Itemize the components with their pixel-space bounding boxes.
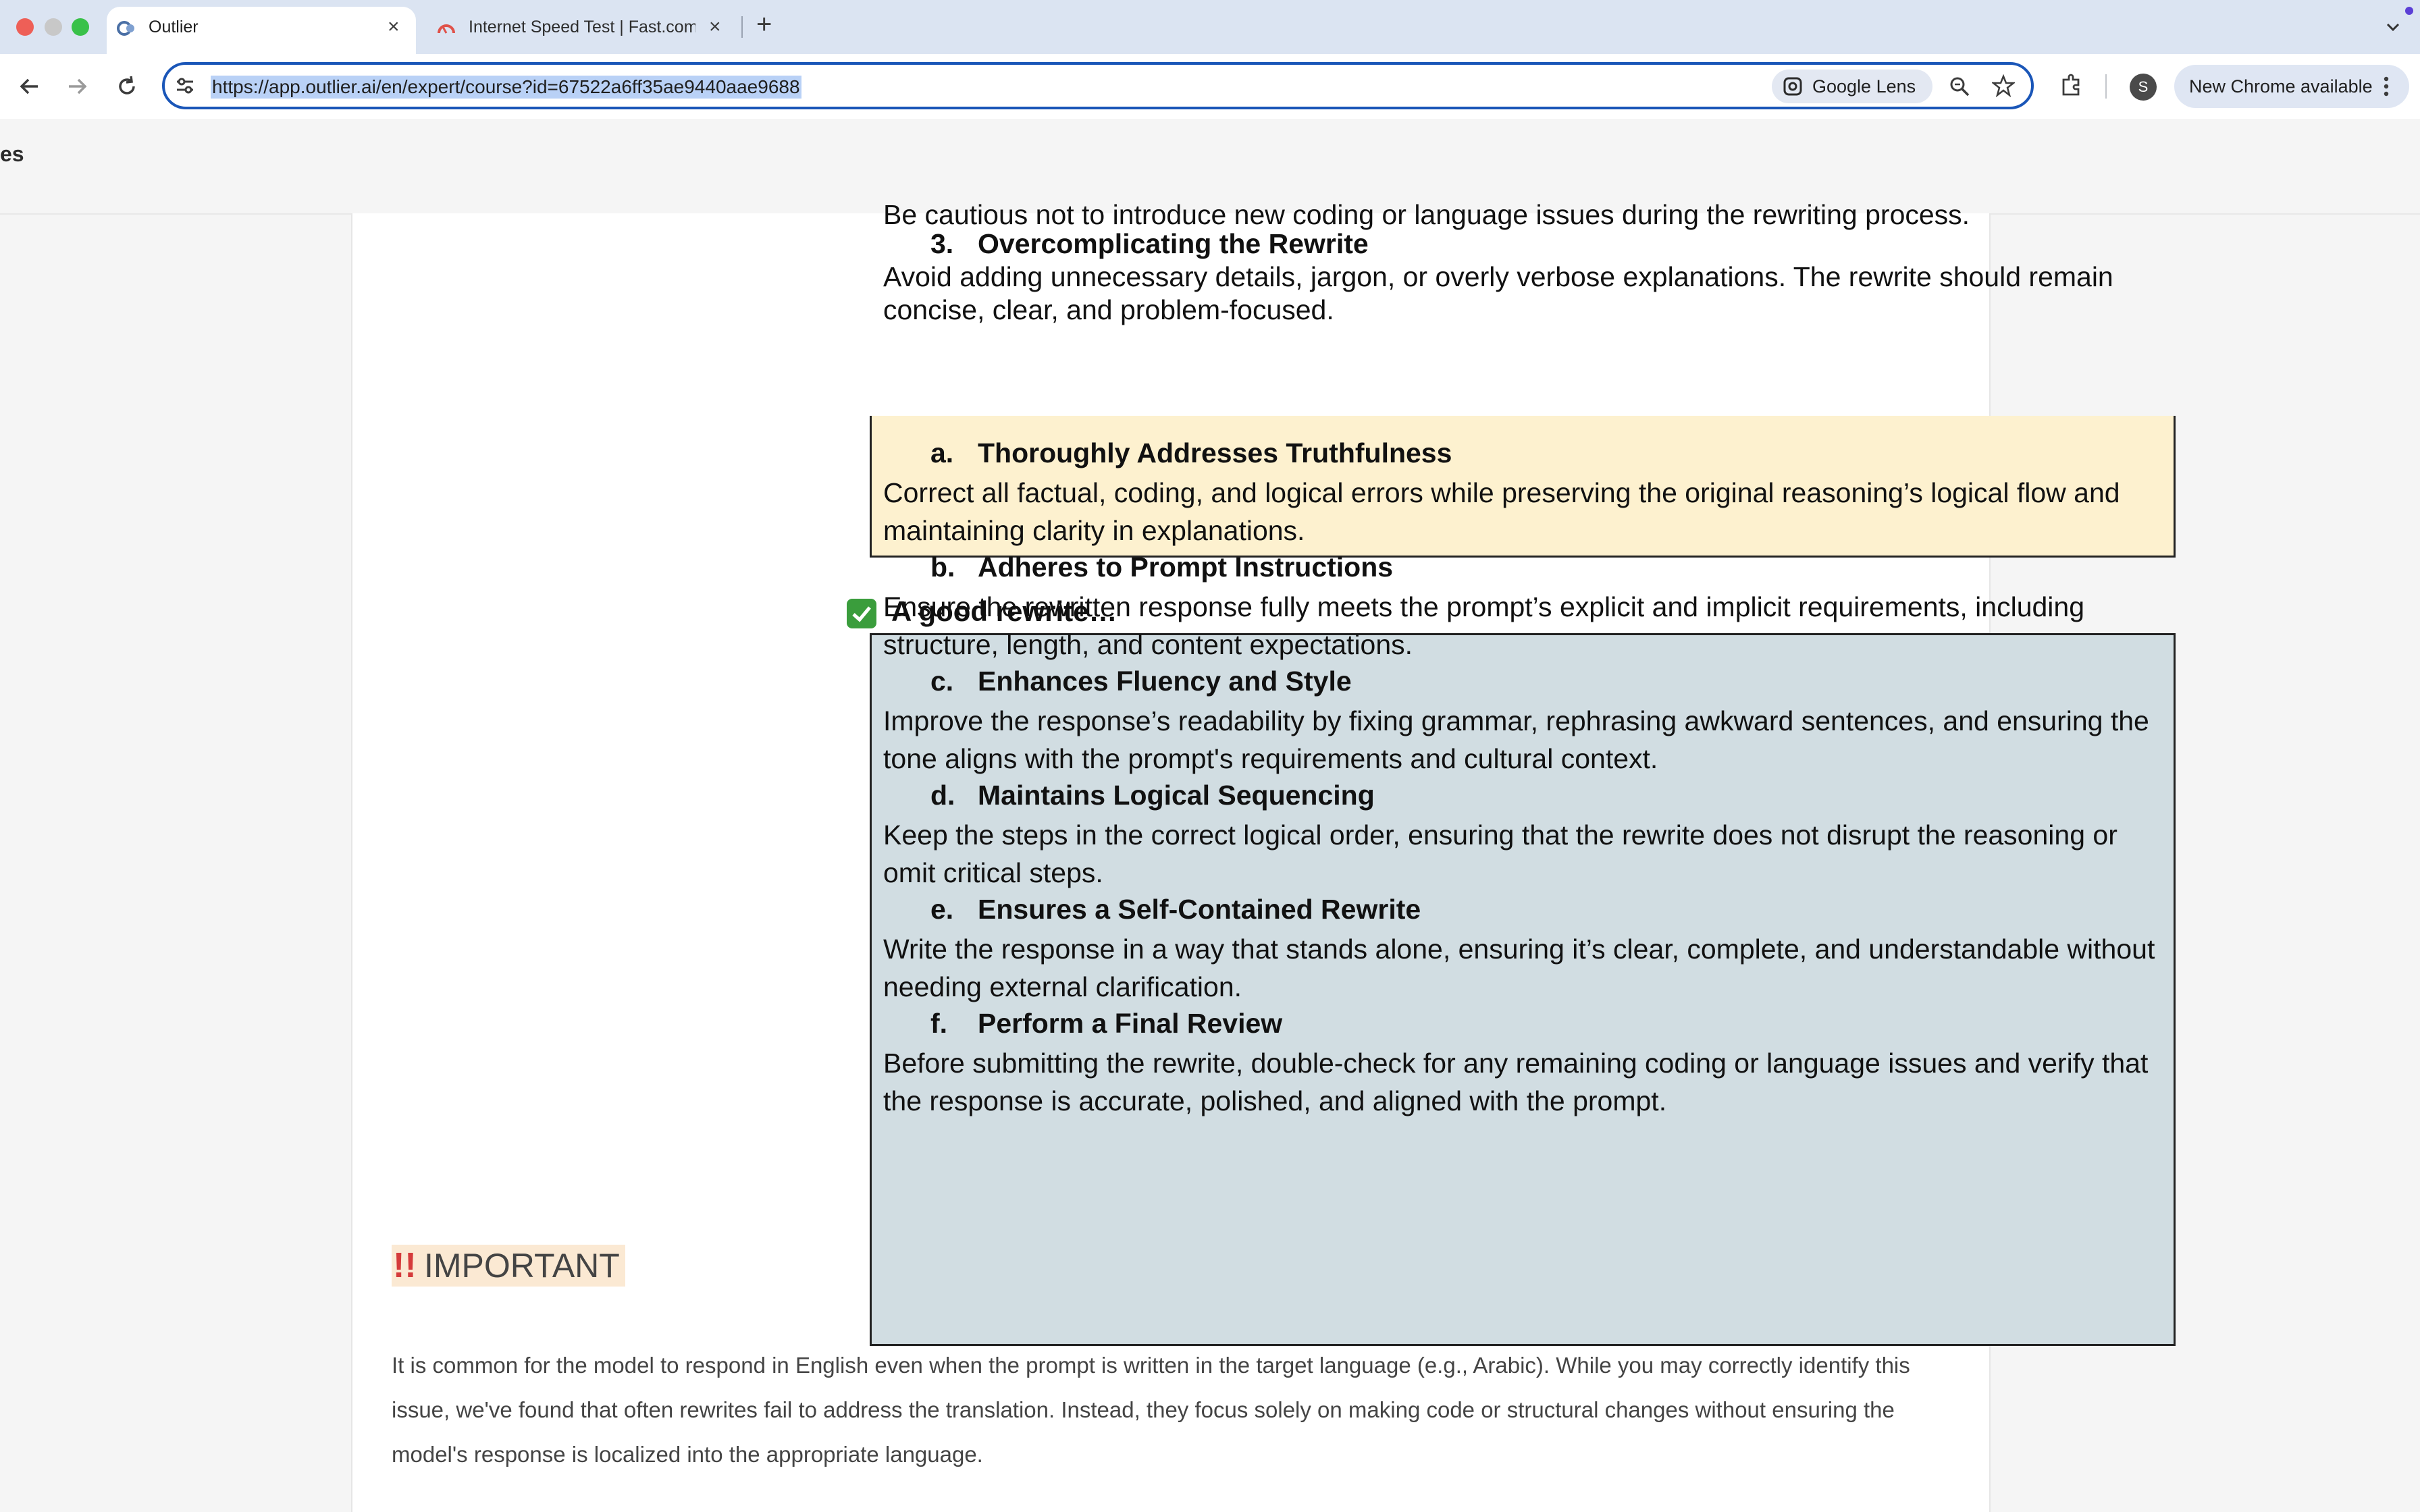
criterion-a-title: Thoroughly Addresses Truthfulness	[978, 437, 1452, 468]
criterion-d-heading: d. Maintains Logical Sequencing	[930, 778, 1375, 812]
notification-dot-icon	[2405, 7, 2413, 15]
close-tab-icon[interactable]: ×	[388, 17, 400, 37]
criterion-a-heading: a. Thoroughly Addresses Truthfulness	[930, 436, 1452, 470]
minimize-window-button[interactable]	[45, 18, 62, 36]
criterion-e-title: Ensures a Self-Contained Rewrite	[978, 894, 1421, 925]
criterion-c-title: Enhances Fluency and Style	[978, 666, 1352, 697]
new-chrome-available-label: New Chrome available	[2189, 76, 2373, 97]
maximize-window-button[interactable]	[72, 18, 89, 36]
header-partial-title: es	[0, 142, 24, 166]
more-menu-icon[interactable]	[2381, 74, 2392, 99]
new-tab-icon[interactable]: +	[756, 9, 772, 40]
fast-favicon-icon	[438, 24, 455, 34]
criterion-e-heading: e. Ensures a Self-Contained Rewrite	[930, 892, 1421, 926]
green-check-icon	[847, 599, 876, 628]
criterion-b-body: Ensure the rewritten response fully meet…	[883, 591, 2085, 660]
pitfall-3-heading: 3. Overcomplicating the Rewrite	[930, 227, 1369, 261]
criterion-c-letter: c.	[930, 666, 954, 697]
profile-avatar[interactable]: S	[2130, 74, 2157, 101]
close-window-button[interactable]	[16, 18, 34, 36]
tab-search-chevron-icon[interactable]	[2384, 19, 2402, 35]
important-heading: IMPORTANT	[424, 1247, 620, 1285]
criterion-c-heading: c. Enhances Fluency and Style	[930, 664, 1352, 698]
criterion-b-letter: b.	[930, 551, 955, 583]
tab-divider	[741, 16, 743, 38]
criterion-f-heading: f. Perform a Final Review	[930, 1006, 1282, 1040]
close-tab-icon[interactable]: ×	[709, 17, 721, 37]
google-lens-icon	[1783, 77, 1802, 96]
criterion-e-body: Write the response in a way that stands …	[883, 934, 2155, 1002]
double-exclamation-icon: !!	[393, 1246, 417, 1285]
criterion-d-title: Maintains Logical Sequencing	[978, 780, 1375, 811]
criterion-d-body: Keep the steps in the correct logical or…	[883, 819, 2118, 888]
back-arrow-icon[interactable]	[18, 74, 42, 99]
reload-icon[interactable]	[115, 74, 139, 99]
tab-title-fast[interactable]: Internet Speed Test | Fast.com	[469, 18, 695, 37]
criterion-e-letter: e.	[930, 894, 954, 925]
criterion-d-letter: d.	[930, 780, 955, 811]
zoom-icon[interactable]	[1949, 76, 1970, 97]
lesson-content: Be cautious not to introduce new coding …	[351, 199, 2176, 1512]
criterion-f-title: Perform a Final Review	[978, 1008, 1283, 1039]
site-settings-icon[interactable]	[174, 76, 196, 96]
bookmark-star-icon[interactable]	[1992, 74, 2015, 97]
criterion-f-letter: f.	[930, 1008, 948, 1039]
google-lens-label: Google Lens	[1812, 76, 1916, 97]
toolbar-divider	[2105, 74, 2107, 99]
pitfall-3-body: Avoid adding unnecessary details, jargon…	[883, 261, 2113, 325]
url-text[interactable]: https://app.outlier.ai/en/expert/course?…	[211, 76, 801, 99]
pitfall-3-number: 3.	[930, 228, 954, 259]
forward-arrow-icon[interactable]	[65, 74, 89, 99]
criterion-a-letter: a.	[930, 437, 954, 468]
criterion-b-heading: b. Adheres to Prompt Instructions	[930, 550, 1393, 584]
extensions-icon[interactable]	[2059, 73, 2084, 97]
criterion-a-body: Correct all factual, coding, and logical…	[883, 477, 2120, 546]
criterion-b-title: Adheres to Prompt Instructions	[978, 551, 1394, 583]
important-paragraph: It is common for the model to respond in…	[392, 1353, 1910, 1467]
pitfall-3-title: Overcomplicating the Rewrite	[978, 228, 1369, 259]
criterion-c-body: Improve the response’s readability by fi…	[883, 705, 2149, 774]
tab-title-outlier: Outlier	[149, 18, 199, 36]
outlier-favicon-icon	[117, 21, 134, 36]
criterion-f-body: Before submitting the rewrite, double-ch…	[883, 1048, 2149, 1116]
